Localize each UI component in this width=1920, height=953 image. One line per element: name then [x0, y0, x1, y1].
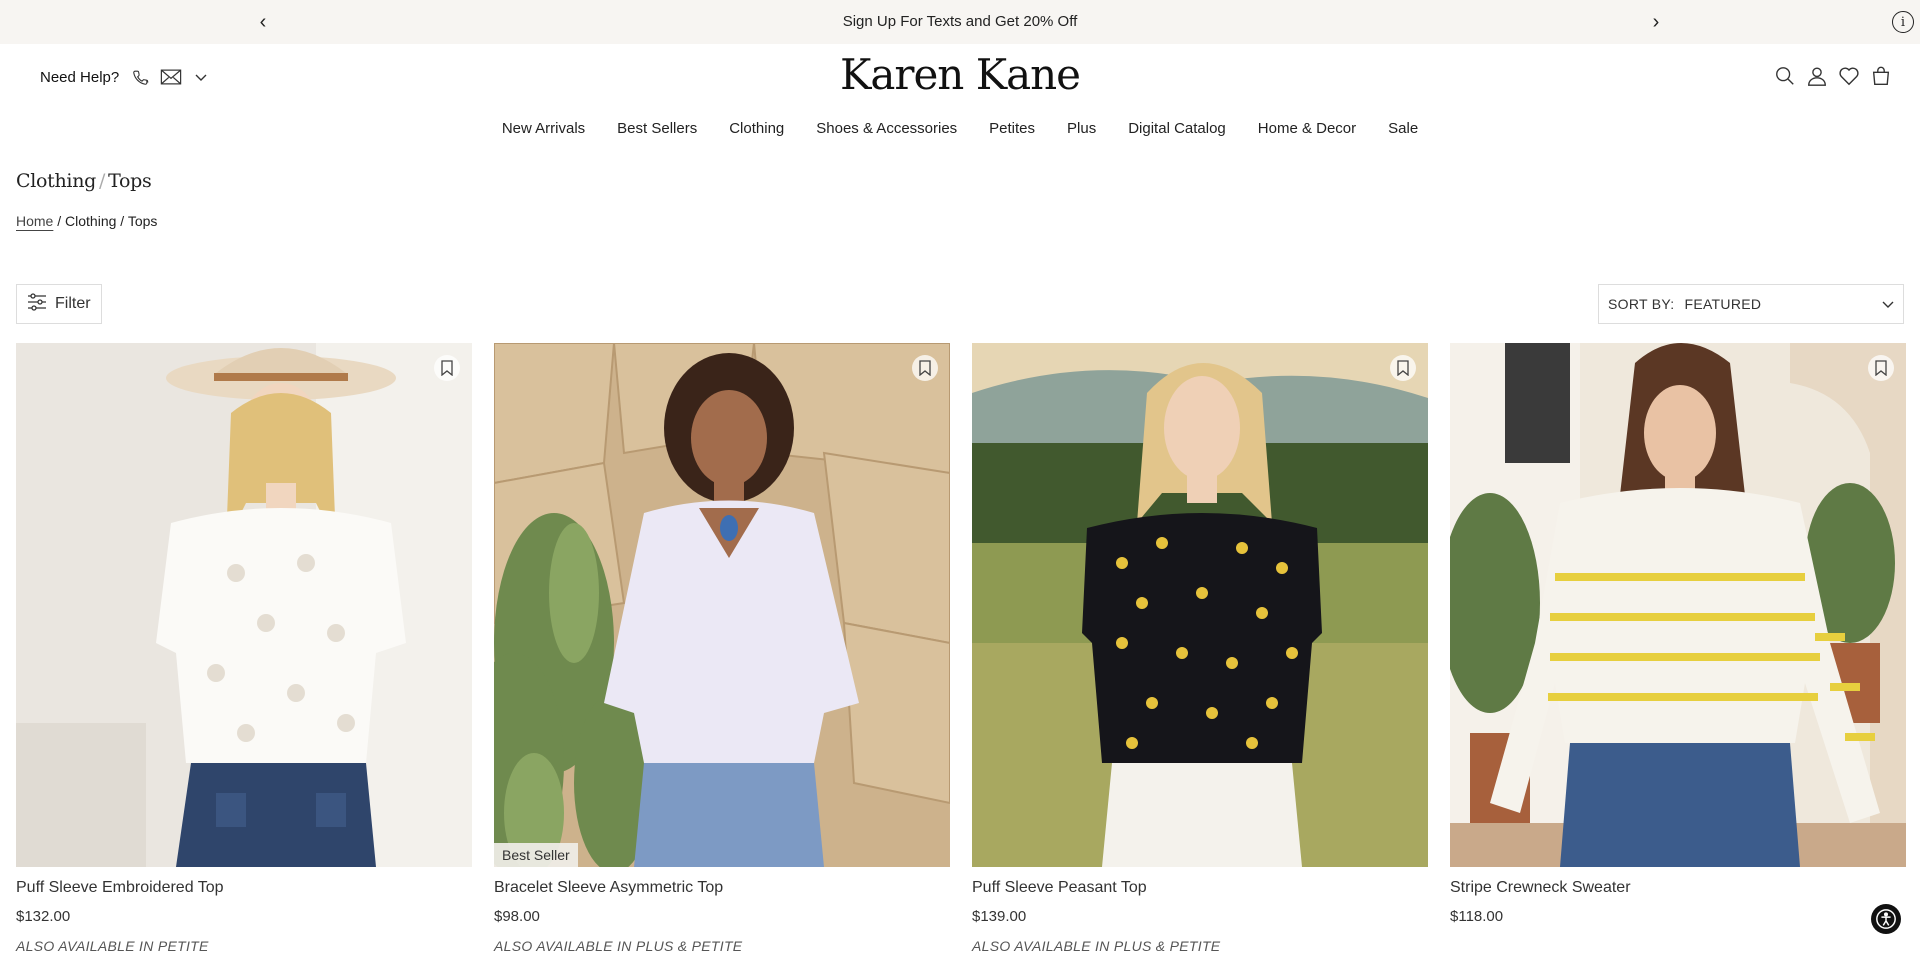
info-icon[interactable]: i	[1892, 11, 1914, 33]
product-card[interactable]: Stripe Crewneck Sweater $118.00	[1450, 343, 1906, 938]
search-icon[interactable]	[1773, 64, 1797, 88]
product-name[interactable]: Puff Sleeve Embroidered Top	[16, 879, 472, 897]
breadcrumb-clothing[interactable]: Clothing	[65, 213, 116, 229]
filter-label: Filter	[55, 295, 91, 312]
nav-digital-catalog[interactable]: Digital Catalog	[1128, 120, 1226, 137]
product-price: $118.00	[1450, 908, 1504, 925]
nav-best-sellers[interactable]: Best Sellers	[617, 120, 697, 137]
product-card[interactable]: Puff Sleeve Peasant Top $139.00 ALSO AVA…	[972, 343, 1428, 953]
product-price: $132.00	[16, 908, 71, 925]
account-icon[interactable]	[1805, 64, 1829, 88]
product-availability: ALSO AVAILABLE IN PETITE	[16, 938, 209, 953]
product-image[interactable]	[16, 343, 472, 867]
bookmark-icon[interactable]	[912, 355, 938, 381]
product-grid: Puff Sleeve Embroidered Top $132.00 ALSO…	[16, 343, 1906, 953]
page-title-current: Tops	[108, 170, 152, 192]
promo-bar: ‹ Sign Up For Texts and Get 20% Off › i	[0, 0, 1920, 44]
nav-plus[interactable]: Plus	[1067, 120, 1096, 137]
best-seller-badge: Best Seller	[494, 843, 578, 867]
product-name[interactable]: Puff Sleeve Peasant Top	[972, 879, 1428, 897]
sort-select[interactable]: SORT BY: FEATURED	[1598, 284, 1904, 324]
product-availability: ALSO AVAILABLE IN PLUS & PETITE	[972, 938, 1221, 953]
product-availability: ALSO AVAILABLE IN PLUS & PETITE	[494, 938, 743, 953]
main-nav: New Arrivals Best Sellers Clothing Shoes…	[0, 120, 1920, 137]
breadcrumb-home[interactable]: Home	[16, 213, 53, 229]
promo-text[interactable]: Sign Up For Texts and Get 20% Off	[0, 13, 1920, 30]
bookmark-icon[interactable]	[434, 355, 460, 381]
nav-shoes-accessories[interactable]: Shoes & Accessories	[816, 120, 957, 137]
bookmark-icon[interactable]	[1868, 355, 1894, 381]
product-name[interactable]: Bracelet Sleeve Asymmetric Top	[494, 879, 950, 897]
page-title: Clothing / Tops	[16, 170, 152, 192]
filter-button[interactable]: Filter	[16, 284, 102, 324]
product-price: $98.00	[494, 908, 540, 925]
page-title-parent: Clothing	[16, 170, 97, 192]
logo-text[interactable]: Karen Kane	[840, 50, 1081, 99]
nav-home-decor[interactable]: Home & Decor	[1258, 120, 1356, 137]
breadcrumb-separator: /	[57, 213, 62, 229]
bag-icon[interactable]	[1869, 64, 1893, 88]
breadcrumb-tops: Tops	[127, 213, 158, 229]
filter-sliders-icon	[27, 292, 47, 316]
product-card[interactable]: Best Seller Bracelet Sleeve Asymmetric T…	[494, 343, 950, 953]
breadcrumb: Home / Clothing / Tops	[16, 213, 157, 229]
page-title-separator: /	[99, 170, 106, 192]
chevron-down-icon	[1881, 297, 1895, 316]
accessibility-icon[interactable]	[1871, 904, 1901, 934]
logo: Karen Kane	[0, 50, 1920, 99]
product-image[interactable]	[972, 343, 1428, 867]
product-card[interactable]: Puff Sleeve Embroidered Top $132.00 ALSO…	[16, 343, 472, 953]
bookmark-icon[interactable]	[1390, 355, 1416, 381]
sort-value: FEATURED	[1684, 296, 1762, 312]
nav-sale[interactable]: Sale	[1388, 120, 1418, 137]
nav-petites[interactable]: Petites	[989, 120, 1035, 137]
nav-new-arrivals[interactable]: New Arrivals	[502, 120, 585, 137]
product-image[interactable]: Best Seller	[494, 343, 950, 867]
heart-icon[interactable]	[1837, 64, 1861, 88]
breadcrumb-separator: /	[120, 213, 125, 229]
sort-label: SORT BY:	[1608, 296, 1675, 312]
header-icons	[1773, 64, 1901, 88]
product-image[interactable]	[1450, 343, 1906, 867]
product-name[interactable]: Stripe Crewneck Sweater	[1450, 879, 1906, 897]
promo-next-button[interactable]: ›	[1644, 10, 1668, 34]
product-price: $139.00	[972, 908, 1027, 925]
nav-clothing[interactable]: Clothing	[729, 120, 784, 137]
